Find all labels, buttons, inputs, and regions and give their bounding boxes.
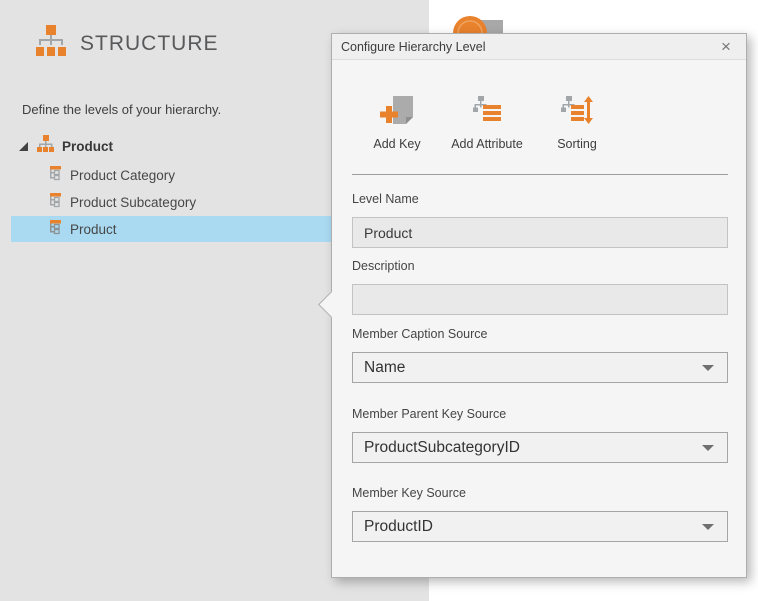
member-parent-key-source-label: Member Parent Key Source	[352, 407, 506, 421]
toolbar-button-label: Add Key	[360, 137, 434, 152]
panel-header: STRUCTURE	[36, 25, 219, 62]
configure-hierarchy-level-dialog: Configure Hierarchy Level × Add Key	[331, 33, 747, 578]
selected-value: ProductSubcategoryID	[364, 439, 702, 457]
level-icon	[46, 219, 62, 240]
member-caption-source-select[interactable]: Name	[352, 352, 728, 383]
close-icon[interactable]: ×	[715, 36, 737, 58]
dialog-titlebar[interactable]: Configure Hierarchy Level ×	[332, 34, 746, 60]
add-key-button[interactable]: Add Key	[352, 82, 442, 152]
tree-node-label: Product	[70, 222, 117, 237]
level-name-label: Level Name	[352, 192, 419, 206]
chevron-down-icon	[702, 524, 714, 530]
description-label: Description	[352, 259, 415, 273]
toolbar-separator	[352, 174, 728, 175]
toolbar-button-label: Sorting	[540, 137, 614, 152]
tree-node-label: Product Subcategory	[70, 195, 196, 210]
tree-node-label: Product	[62, 139, 113, 154]
sorting-button[interactable]: Sorting	[532, 82, 622, 152]
member-parent-key-source-select[interactable]: ProductSubcategoryID	[352, 432, 728, 463]
chevron-down-icon	[702, 445, 714, 451]
level-name-input[interactable]	[352, 217, 728, 248]
member-key-source-select[interactable]: ProductID	[352, 511, 728, 542]
page-title: STRUCTURE	[80, 32, 219, 56]
selected-value: ProductID	[364, 518, 702, 536]
member-key-source-label: Member Key Source	[352, 486, 466, 500]
expander-icon[interactable]	[19, 142, 28, 151]
structure-icon	[36, 25, 66, 62]
tree-node-label: Product Category	[70, 168, 175, 183]
add-attribute-button[interactable]: Add Attribute	[442, 82, 532, 152]
toolbar-button-label: Add Attribute	[450, 137, 524, 152]
dialog-title: Configure Hierarchy Level	[341, 40, 715, 54]
level-icon	[46, 165, 62, 186]
sorting-icon	[561, 96, 593, 129]
hierarchy-icon	[37, 135, 54, 157]
panel-subtitle: Define the levels of your hierarchy.	[22, 102, 221, 117]
add-attribute-icon	[473, 96, 501, 129]
selected-value: Name	[364, 359, 702, 377]
member-caption-source-label: Member Caption Source	[352, 327, 487, 341]
chevron-down-icon	[702, 365, 714, 371]
level-icon	[46, 192, 62, 213]
dialog-toolbar: Add Key Add Attribute	[352, 82, 622, 152]
background-tile-icon	[450, 12, 520, 33]
description-input[interactable]	[352, 284, 728, 315]
add-key-icon	[380, 96, 414, 129]
